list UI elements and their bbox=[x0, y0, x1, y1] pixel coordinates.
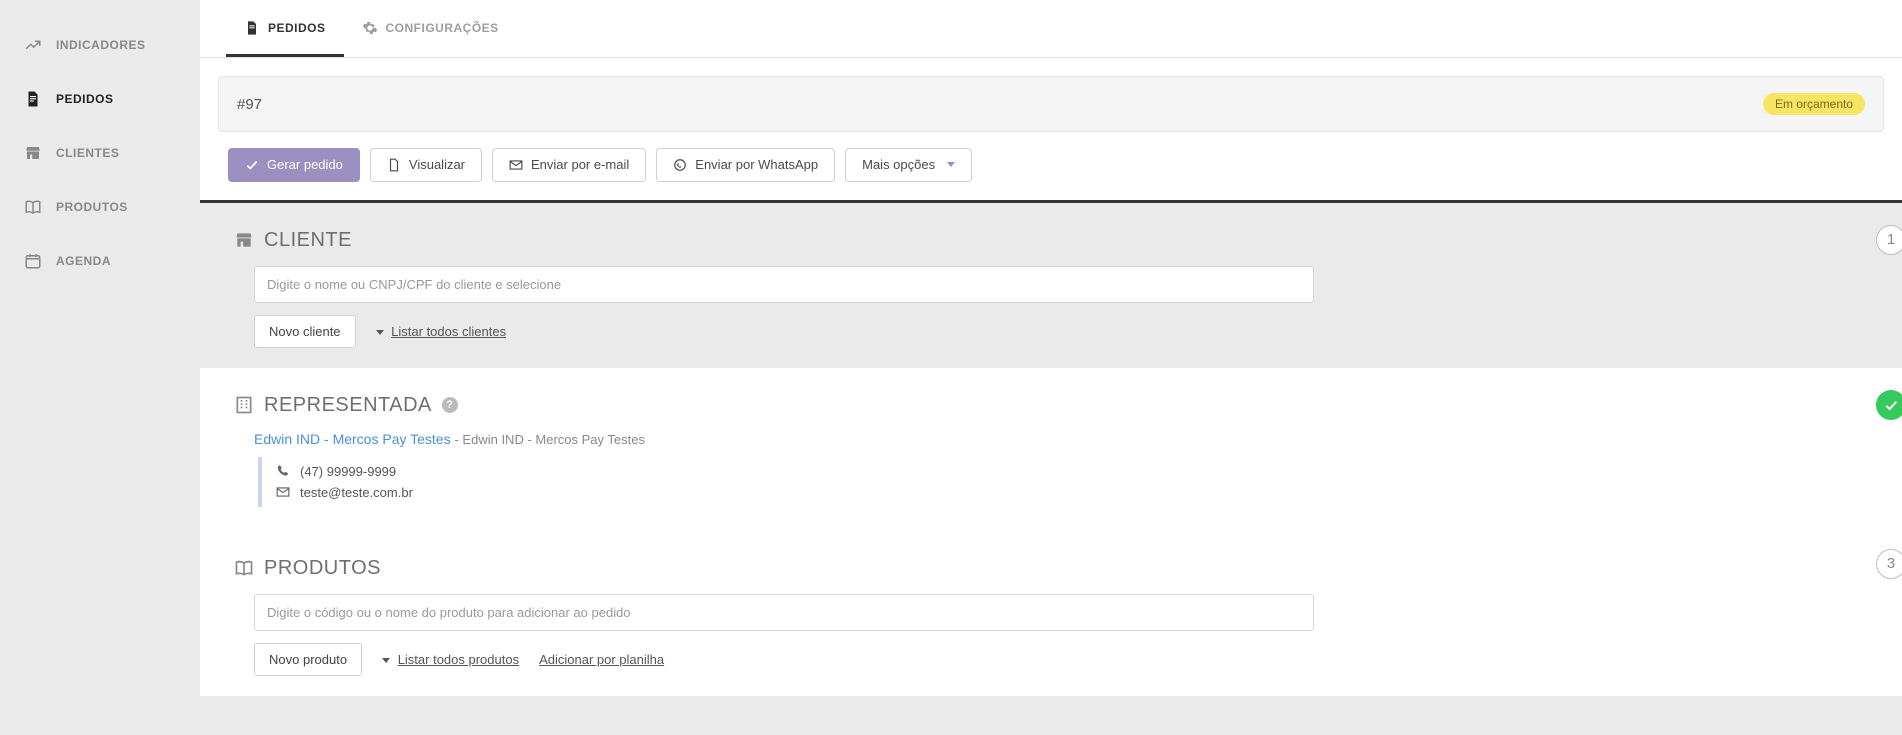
step-number: 3 bbox=[1887, 555, 1895, 572]
sidebar-item-indicadores[interactable]: INDICADORES bbox=[0, 18, 200, 72]
tabs: PEDIDOS CONFIGURAÇÕES bbox=[200, 0, 1902, 58]
building-icon bbox=[234, 395, 254, 415]
store-icon bbox=[24, 144, 42, 162]
store-icon bbox=[234, 230, 254, 250]
representada-section-title: REPRESENTADA ? bbox=[234, 394, 1868, 417]
mail-icon bbox=[509, 158, 523, 172]
sidebar-item-label: PRODUTOS bbox=[56, 200, 128, 214]
enviar-email-button[interactable]: Enviar por e-mail bbox=[492, 148, 646, 182]
tab-pedidos[interactable]: PEDIDOS bbox=[226, 0, 344, 57]
representada-suffix: - Edwin IND - Mercos Pay Testes bbox=[454, 432, 644, 447]
mais-opcoes-button[interactable]: Mais opções bbox=[845, 148, 972, 182]
cliente-section-title: CLIENTE bbox=[234, 229, 1868, 252]
button-label: Novo cliente bbox=[269, 324, 341, 339]
main-content: PEDIDOS CONFIGURAÇÕES #97 Em orçamento G… bbox=[200, 0, 1902, 735]
enviar-whatsapp-button[interactable]: Enviar por WhatsApp bbox=[656, 148, 835, 182]
button-label: Mais opções bbox=[862, 157, 935, 173]
chevron-down-icon bbox=[382, 658, 390, 663]
section-title-label: REPRESENTADA bbox=[264, 394, 432, 417]
section-title-label: PRODUTOS bbox=[264, 557, 381, 580]
step-indicator-3: 3 bbox=[1876, 549, 1902, 579]
contact-email-row: teste@teste.com.br bbox=[276, 482, 1868, 503]
representada-name: Edwin IND - Mercos Pay Testes - Edwin IN… bbox=[254, 431, 1868, 447]
file-icon bbox=[387, 158, 401, 172]
button-label: Enviar por e-mail bbox=[531, 157, 629, 173]
tab-configuracoes[interactable]: CONFIGURAÇÕES bbox=[344, 0, 517, 57]
produtos-section: PRODUTOS Novo produto Listar todos produ… bbox=[200, 527, 1902, 696]
contact-block: (47) 99999-9999 teste@teste.com.br bbox=[258, 457, 1868, 507]
listar-todos-clientes-link[interactable]: Listar todos clientes bbox=[376, 324, 507, 339]
contact-phone: (47) 99999-9999 bbox=[300, 464, 396, 479]
button-label: Gerar pedido bbox=[267, 157, 343, 173]
sidebar-item-label: INDICADORES bbox=[56, 38, 146, 52]
check-icon bbox=[245, 158, 259, 172]
button-label: Enviar por WhatsApp bbox=[695, 157, 818, 173]
gerar-pedido-button[interactable]: Gerar pedido bbox=[228, 148, 360, 182]
novo-cliente-button[interactable]: Novo cliente bbox=[254, 315, 356, 348]
sidebar-item-produtos[interactable]: PRODUTOS bbox=[0, 180, 200, 234]
produto-search-input[interactable] bbox=[254, 594, 1314, 631]
gear-icon bbox=[362, 20, 378, 36]
status-badge: Em orçamento bbox=[1763, 93, 1865, 115]
book-icon bbox=[24, 198, 42, 216]
sidebar-item-label: PEDIDOS bbox=[56, 92, 114, 106]
sidebar-item-agenda[interactable]: AGENDA bbox=[0, 234, 200, 288]
check-icon bbox=[1883, 397, 1899, 413]
book-icon bbox=[234, 558, 254, 578]
step-indicator-1: 1 bbox=[1876, 225, 1902, 255]
button-label: Visualizar bbox=[409, 157, 465, 173]
sidebar: INDICADORES PEDIDOS CLIENTES PRODUTOS AG… bbox=[0, 0, 200, 735]
form-scroll-area[interactable]: CLIENTE Novo cliente Listar todos client… bbox=[200, 203, 1902, 735]
listar-todos-produtos-link[interactable]: Listar todos produtos bbox=[382, 652, 519, 667]
chevron-down-icon bbox=[947, 162, 955, 167]
tab-label: CONFIGURAÇÕES bbox=[386, 21, 499, 35]
adicionar-por-planilha-link[interactable]: Adicionar por planilha bbox=[539, 652, 664, 667]
link-label: Listar todos clientes bbox=[391, 324, 506, 339]
chart-line-icon bbox=[24, 36, 42, 54]
section-title-label: CLIENTE bbox=[264, 229, 352, 252]
link-label: Listar todos produtos bbox=[398, 652, 519, 667]
novo-produto-button[interactable]: Novo produto bbox=[254, 643, 362, 676]
contact-email: teste@teste.com.br bbox=[300, 485, 413, 500]
produtos-section-title: PRODUTOS bbox=[234, 557, 1868, 580]
sidebar-item-label: AGENDA bbox=[56, 254, 111, 268]
order-header: #97 Em orçamento bbox=[218, 76, 1884, 132]
phone-icon bbox=[276, 464, 290, 478]
order-id: #97 bbox=[237, 96, 262, 113]
cliente-search-input[interactable] bbox=[254, 266, 1314, 303]
sidebar-item-clientes[interactable]: CLIENTES bbox=[0, 126, 200, 180]
cliente-section: CLIENTE Novo cliente Listar todos client… bbox=[200, 203, 1902, 368]
tab-label: PEDIDOS bbox=[268, 21, 326, 35]
step-number: 1 bbox=[1887, 231, 1895, 248]
calendar-icon bbox=[24, 252, 42, 270]
visualizar-button[interactable]: Visualizar bbox=[370, 148, 482, 182]
order-actions: Gerar pedido Visualizar Enviar por e-mai… bbox=[200, 132, 1902, 203]
representada-section: REPRESENTADA ? Edwin IND - Mercos Pay Te… bbox=[200, 368, 1902, 527]
help-icon[interactable]: ? bbox=[442, 397, 458, 413]
document-icon bbox=[24, 90, 42, 108]
chevron-down-icon bbox=[376, 330, 384, 335]
step-indicator-done bbox=[1876, 390, 1902, 420]
document-icon bbox=[244, 20, 260, 36]
sidebar-item-label: CLIENTES bbox=[56, 146, 119, 160]
contact-phone-row: (47) 99999-9999 bbox=[276, 461, 1868, 482]
button-label: Novo produto bbox=[269, 652, 347, 667]
sidebar-item-pedidos[interactable]: PEDIDOS bbox=[0, 72, 200, 126]
mail-icon bbox=[276, 485, 290, 499]
whatsapp-icon bbox=[673, 158, 687, 172]
representada-link[interactable]: Edwin IND - Mercos Pay Testes bbox=[254, 431, 451, 447]
